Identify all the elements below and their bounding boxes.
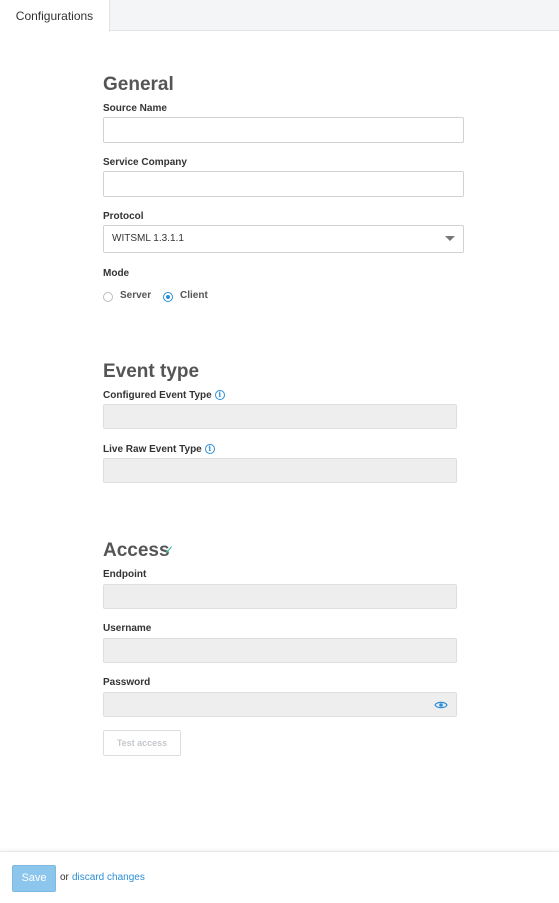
service-company-input[interactable] xyxy=(103,171,464,197)
username-label: Username xyxy=(103,623,152,634)
configured-event-type-label-text: Configured Event Type xyxy=(103,390,212,401)
password-label: Password xyxy=(103,677,151,688)
info-icon[interactable]: i xyxy=(204,444,215,454)
or-text: or xyxy=(60,872,69,883)
source-name-input[interactable] xyxy=(103,117,464,143)
mode-server-radio[interactable] xyxy=(103,292,113,302)
access-section-title: Access xyxy=(103,540,170,561)
protocol-label: Protocol xyxy=(103,211,144,222)
configured-event-type-field xyxy=(103,404,457,429)
eye-icon[interactable] xyxy=(434,699,448,711)
live-raw-event-type-label: Live Raw Event Type i xyxy=(103,444,215,455)
source-name-label: Source Name xyxy=(103,103,167,114)
endpoint-label: Endpoint xyxy=(103,569,147,580)
live-raw-event-type-label-text: Live Raw Event Type xyxy=(103,444,202,455)
endpoint-field xyxy=(103,584,457,609)
protocol-select-value: WITSML 1.3.1.1 xyxy=(112,233,184,244)
test-access-button[interactable]: Test access xyxy=(103,730,181,756)
general-section-title: General xyxy=(103,74,174,95)
tab-bar: Configurations xyxy=(0,0,559,32)
event-type-section-title: Event type xyxy=(103,361,200,382)
footer-bar: Save or discard changes xyxy=(0,851,559,903)
password-field xyxy=(103,692,457,717)
mode-server-label[interactable]: Server xyxy=(120,290,151,301)
mode-client-radio[interactable] xyxy=(163,292,173,302)
protocol-select[interactable]: WITSML 1.3.1.1 xyxy=(103,225,464,253)
configured-event-type-label: Configured Event Type i xyxy=(103,390,225,401)
chevron-down-icon xyxy=(445,236,455,241)
mode-label: Mode xyxy=(103,268,130,279)
info-icon[interactable]: i xyxy=(214,390,225,400)
save-button[interactable]: Save xyxy=(12,865,56,892)
check-icon: ✓ xyxy=(164,543,175,557)
live-raw-event-type-field xyxy=(103,458,457,483)
tab-configurations[interactable]: Configurations xyxy=(0,0,110,32)
discard-changes-link[interactable]: discard changes xyxy=(72,872,145,883)
username-field xyxy=(103,638,457,663)
service-company-label: Service Company xyxy=(103,157,187,168)
mode-client-label[interactable]: Client xyxy=(180,290,208,301)
